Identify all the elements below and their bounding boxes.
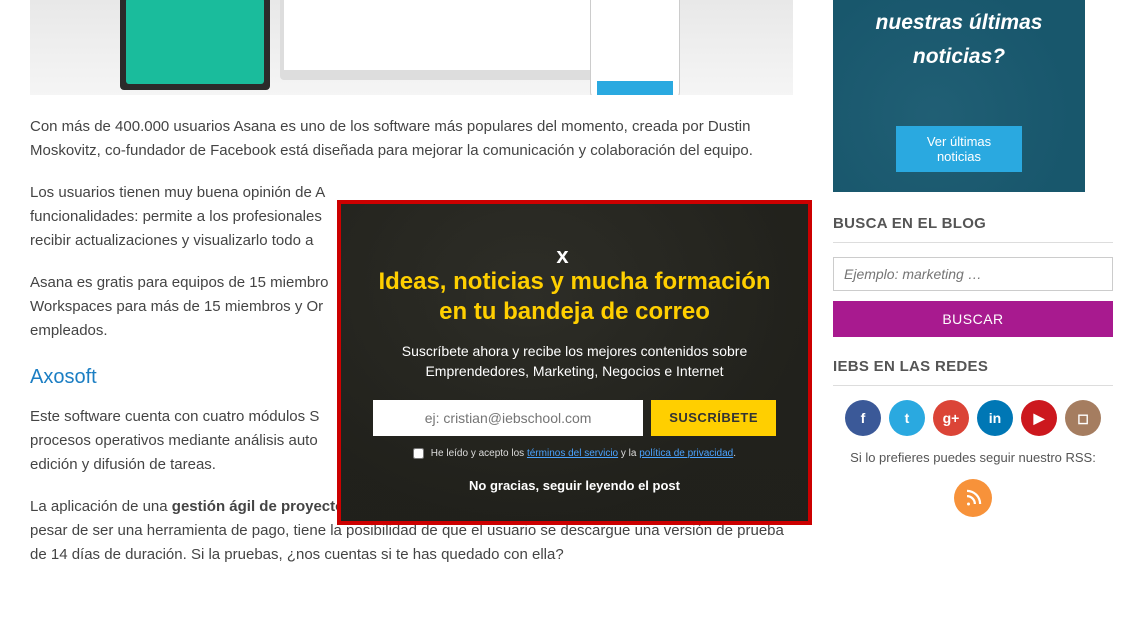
terms-link[interactable]: términos del servicio	[527, 448, 618, 459]
subscribe-modal: x Ideas, noticias y mucha formación en t…	[341, 204, 808, 521]
highlight-border: x Ideas, noticias y mucha formación en t…	[337, 200, 812, 525]
modal-title: Ideas, noticias y mucha formación en tu …	[373, 267, 776, 327]
dismiss-link[interactable]: No gracias, seguir leyendo el post	[373, 476, 776, 497]
paragraph: Con más de 400.000 usuarios Asana es uno…	[30, 115, 793, 163]
modal-description: Suscríbete ahora y recibe los mejores co…	[373, 341, 776, 382]
news-question: nuestras últimas noticias?	[833, 6, 1085, 73]
facebook-icon[interactable]: f	[845, 400, 881, 436]
twitter-icon[interactable]: t	[889, 400, 925, 436]
sidebar: nuestras últimas noticias? Ver últimas n…	[833, 0, 1113, 585]
youtube-icon[interactable]: ▶	[1021, 400, 1057, 436]
sidebar-heading-social: IEBS EN LAS REDES	[833, 355, 1113, 386]
rss-icon[interactable]	[954, 479, 992, 517]
terms-checkbox[interactable]	[413, 448, 424, 459]
hero-devices-image	[30, 0, 793, 95]
linkedin-icon[interactable]: in	[977, 400, 1013, 436]
googleplus-icon[interactable]: g+	[933, 400, 969, 436]
news-widget[interactable]: nuestras últimas noticias? Ver últimas n…	[833, 0, 1085, 192]
terms-text: He leído y acepto los términos del servi…	[373, 446, 776, 462]
email-field[interactable]	[373, 400, 643, 436]
search-button[interactable]: BUSCAR	[833, 301, 1113, 337]
instagram-icon[interactable]: ◻	[1065, 400, 1101, 436]
rss-text: Si lo prefieres puedes seguir nuestro RS…	[833, 448, 1113, 469]
news-cta-button[interactable]: Ver últimas noticias	[896, 126, 1022, 172]
search-input[interactable]	[833, 257, 1113, 291]
subscribe-button[interactable]: SUSCRÍBETE	[651, 400, 776, 436]
sidebar-heading-search: BUSCA EN EL BLOG	[833, 212, 1113, 243]
privacy-link[interactable]: política de privacidad	[639, 448, 733, 459]
